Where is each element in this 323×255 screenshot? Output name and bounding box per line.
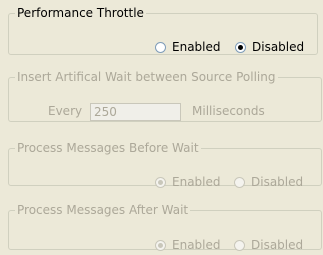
process-before-wait-disabled-label: Disabled	[251, 175, 304, 189]
radio-checked-icon	[155, 176, 166, 188]
process-before-wait-enabled-radio[interactable]: Enabled	[155, 175, 221, 189]
process-before-wait-group: Process Messages Before Wait Enabled Dis…	[8, 141, 322, 189]
radio-checked-icon	[235, 41, 246, 53]
milliseconds-label: Milliseconds	[192, 104, 265, 118]
radio-checked-icon	[155, 239, 166, 251]
artificial-wait-group: Insert Artifical Wait between Source Pol…	[8, 70, 322, 122]
performance-throttle-enabled-label: Enabled	[172, 40, 221, 54]
process-after-wait-disabled-radio[interactable]: Disabled	[234, 238, 303, 252]
performance-throttle-title: Performance Throttle	[17, 6, 144, 20]
performance-throttle-group: Performance Throttle Enabled Disabled	[8, 6, 318, 55]
process-after-wait-title: Process Messages After Wait	[17, 203, 189, 217]
process-before-wait-disabled-radio[interactable]: Disabled	[234, 175, 303, 189]
settings-panel: Performance Throttle Enabled Disabled In…	[0, 0, 323, 255]
radio-unchecked-icon	[234, 239, 245, 251]
performance-throttle-enabled-radio[interactable]: Enabled	[155, 40, 221, 54]
process-after-wait-enabled-label: Enabled	[172, 238, 221, 252]
process-after-wait-disabled-label: Disabled	[251, 238, 304, 252]
process-before-wait-enabled-label: Enabled	[172, 175, 221, 189]
performance-throttle-disabled-label: Disabled	[252, 40, 305, 54]
process-after-wait-group: Process Messages After Wait Enabled Disa…	[8, 203, 322, 252]
process-before-wait-title: Process Messages Before Wait	[17, 141, 199, 155]
every-label: Every	[48, 104, 83, 118]
performance-throttle-disabled-radio[interactable]: Disabled	[235, 40, 304, 54]
radio-unchecked-icon	[234, 176, 245, 188]
artificial-wait-title: Insert Artifical Wait between Source Pol…	[17, 70, 276, 84]
process-after-wait-enabled-radio[interactable]: Enabled	[155, 238, 221, 252]
wait-milliseconds-input[interactable]: 250	[90, 103, 181, 121]
radio-unchecked-icon	[155, 41, 166, 53]
